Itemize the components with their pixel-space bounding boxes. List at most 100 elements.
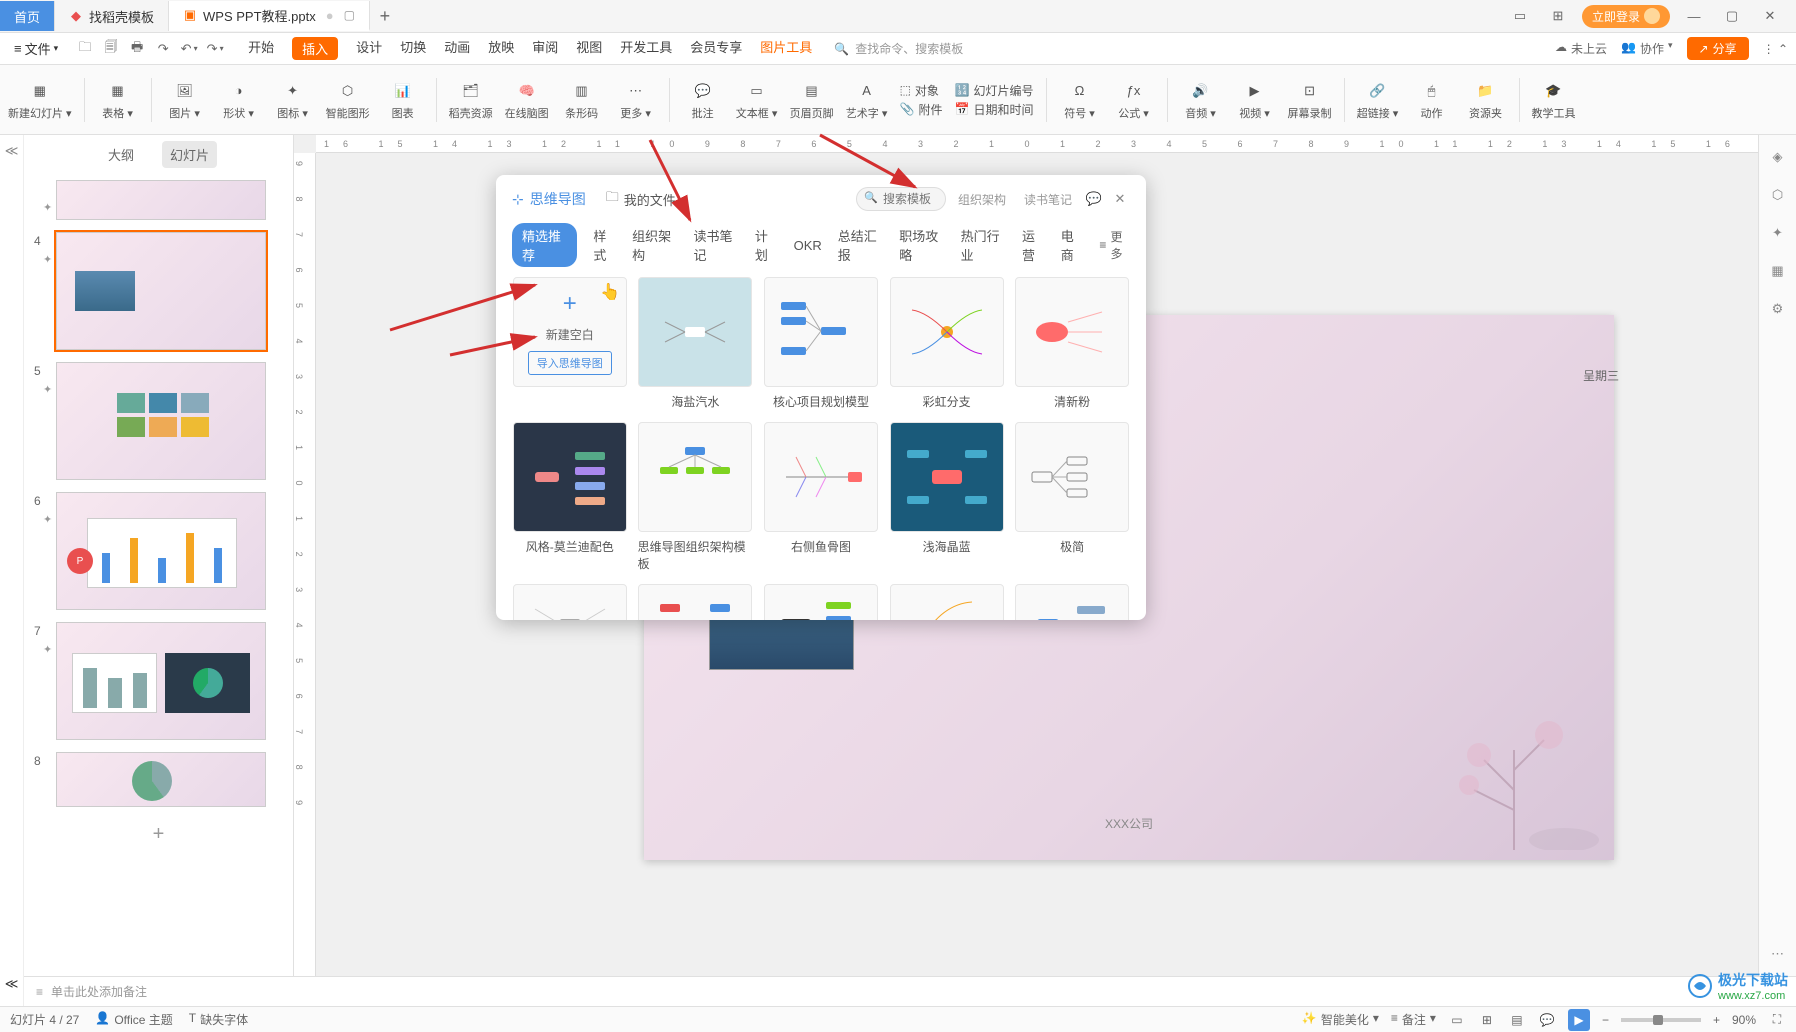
popup-cat-featured[interactable]: 精选推荐 <box>512 223 577 267</box>
template-card[interactable]: 右侧鱼骨图 <box>763 422 879 572</box>
menutab-animation[interactable]: 动画 <box>444 37 470 60</box>
view-sorter-icon[interactable]: ⊞ <box>1478 1011 1496 1029</box>
cloud-status[interactable]: ☁未上云 <box>1555 40 1607 57</box>
menutab-design[interactable]: 设计 <box>356 37 382 60</box>
template-card[interactable]: 海盐汽水 <box>638 277 754 410</box>
zoom-out-button[interactable]: − <box>1602 1013 1609 1027</box>
menutab-transition[interactable]: 切换 <box>400 37 426 60</box>
panel-tab-outline[interactable]: 大纲 <box>100 141 142 168</box>
template-card[interactable] <box>512 584 628 620</box>
fit-window-icon[interactable]: ⛶ <box>1768 1011 1786 1029</box>
rside-properties-icon[interactable]: ⚙ <box>1768 299 1788 319</box>
ribbon-teaching[interactable]: 🎓教学工具 <box>1532 79 1576 121</box>
ribbon-slidenumber[interactable]: 🔢幻灯片编号 <box>955 82 1034 99</box>
status-notes-toggle[interactable]: ≡备注 ▾ <box>1391 1011 1436 1028</box>
tab-home[interactable]: 首页 <box>0 1 55 31</box>
coop-button[interactable]: 👥协作▾ <box>1621 40 1673 57</box>
menutab-review[interactable]: 审阅 <box>532 37 558 60</box>
slideshow-button[interactable]: ▶ <box>1568 1009 1590 1031</box>
save-icon[interactable]: 🗀 <box>76 40 94 58</box>
ribbon-resource[interactable]: 📁资源夹 <box>1465 79 1507 121</box>
tab-document[interactable]: ▣ WPS PPT教程.pptx ● ▢ <box>169 1 370 31</box>
ribbon-symbol[interactable]: Ω符号 ▾ <box>1059 79 1101 121</box>
notes-collapse-button[interactable]: ≪ <box>0 976 24 1006</box>
view-comments-icon[interactable]: 💬 <box>1538 1011 1556 1029</box>
tab-add-button[interactable]: + <box>370 6 400 27</box>
template-card[interactable]: 核心项目规划模型 <box>763 277 879 410</box>
rside-more-icon[interactable]: ⋯ <box>1768 944 1788 964</box>
print-preview-icon[interactable]: 🖶 <box>128 40 146 58</box>
rside-animation-icon[interactable]: ✦ <box>1768 223 1788 243</box>
popup-tag-org[interactable]: 组织架构 <box>952 189 1012 210</box>
ribbon-icons[interactable]: ✦图标 ▾ <box>272 79 314 121</box>
menutab-insert[interactable]: 插入 <box>292 37 338 60</box>
ribbon-picture[interactable]: 🖼图片 ▾ <box>164 79 206 121</box>
slide-thumb-3[interactable]: ✦ <box>56 180 266 220</box>
ribbon-action[interactable]: 🖱动作 <box>1411 79 1453 121</box>
popup-close-icon[interactable]: ✕ <box>1110 189 1130 209</box>
template-card[interactable] <box>763 584 879 620</box>
status-theme[interactable]: 👤Office 主题 <box>95 1011 172 1028</box>
popup-myfiles[interactable]: 🗀 我的文件 <box>606 188 676 210</box>
slide-thumb-6[interactable]: ✦P <box>56 492 266 610</box>
ribbon-comment[interactable]: 💬批注 <box>682 79 724 121</box>
ribbon-newslide[interactable]: ▦新建幻灯片 ▾ <box>8 79 72 121</box>
ribbon-collapse-icon[interactable]: ⋮ ⌃ <box>1763 42 1788 56</box>
share-button[interactable]: ↗分享 <box>1687 37 1749 60</box>
ribbon-audio[interactable]: 🔊音频 ▾ <box>1180 79 1222 121</box>
template-card[interactable]: 彩虹分支 <box>889 277 1005 410</box>
ribbon-wordart[interactable]: A艺术字 ▾ <box>846 79 888 121</box>
template-card[interactable]: 浅海晶蓝 <box>889 422 1005 572</box>
ribbon-datetime[interactable]: 📅日期和时间 <box>955 101 1034 118</box>
close-button[interactable]: ✕ <box>1756 2 1784 30</box>
grid-icon[interactable]: ⊞ <box>1544 2 1572 30</box>
popup-cat-style[interactable]: 样式 <box>593 226 616 264</box>
ribbon-hyperlink[interactable]: 🔗超链接 ▾ <box>1357 79 1399 121</box>
template-card[interactable]: 极简 <box>1014 422 1130 572</box>
slide-thumbnails[interactable]: ✦ 4✦ 5✦ 6✦P 7✦ 8 + <box>24 174 293 855</box>
ribbon-table[interactable]: ▦表格 ▾ <box>97 79 139 121</box>
ribbon-screenrec[interactable]: ⊡屏幕录制 <box>1288 79 1332 121</box>
template-card[interactable]: 思维导图组织架构模板 <box>638 422 754 572</box>
file-menu[interactable]: ≡ 文件 ▾ <box>8 39 64 58</box>
print-icon[interactable]: 🗐 <box>102 40 120 58</box>
status-missing-fonts[interactable]: T缺失字体 <box>189 1011 248 1028</box>
tab-templates[interactable]: ◆ 找稻壳模板 <box>55 1 169 31</box>
redo-icon[interactable]: ↷ <box>154 40 172 58</box>
popup-feedback-icon[interactable]: 💬 <box>1084 189 1104 209</box>
ribbon-video[interactable]: ▶视频 ▾ <box>1234 79 1276 121</box>
rside-transition-icon[interactable]: ▦ <box>1768 261 1788 281</box>
zoom-in-button[interactable]: + <box>1713 1013 1720 1027</box>
layout-icon[interactable]: ▭ <box>1506 2 1534 30</box>
ribbon-attachment[interactable]: 📎附件 <box>900 101 943 118</box>
minimize-button[interactable]: — <box>1680 2 1708 30</box>
template-card[interactable] <box>889 584 1005 620</box>
popup-cat-career[interactable]: 职场攻略 <box>899 226 944 264</box>
template-card[interactable]: 清新粉 <box>1014 277 1130 410</box>
ribbon-chart[interactable]: 📊图表 <box>382 79 424 121</box>
ribbon-textbox[interactable]: ▭文本框 ▾ <box>736 79 778 121</box>
notes-bar[interactable]: ≡ 单击此处添加备注 <box>24 976 1796 1006</box>
popup-cat-ecom[interactable]: 电商 <box>1061 226 1084 264</box>
ribbon-equation[interactable]: ƒx公式 ▾ <box>1113 79 1155 121</box>
popup-tag-notes[interactable]: 读书笔记 <box>1018 189 1078 210</box>
zoom-slider[interactable] <box>1621 1018 1701 1022</box>
command-search[interactable]: 🔍 查找命令、搜索模板 <box>834 40 963 57</box>
popup-cat-org[interactable]: 组织架构 <box>632 226 677 264</box>
ribbon-mindmap[interactable]: 🧠在线脑图 <box>505 79 549 121</box>
ribbon-object[interactable]: ⬚对象 <box>900 82 943 99</box>
popup-cat-plan[interactable]: 计划 <box>755 226 778 264</box>
login-button[interactable]: 立即登录 <box>1582 5 1670 28</box>
rside-style-icon[interactable]: ⬡ <box>1768 185 1788 205</box>
view-reading-icon[interactable]: ▤ <box>1508 1011 1526 1029</box>
menutab-start[interactable]: 开始 <box>248 37 274 60</box>
popup-cat-summary[interactable]: 总结汇报 <box>838 226 883 264</box>
slide-thumb-8[interactable] <box>56 752 266 807</box>
view-normal-icon[interactable]: ▭ <box>1448 1011 1466 1029</box>
rside-design-icon[interactable]: ◈ <box>1768 147 1788 167</box>
add-slide-button[interactable]: + <box>54 819 264 849</box>
redo-dropdown[interactable]: ↷▾ <box>206 40 224 58</box>
ribbon-docer[interactable]: 🗂稻壳资源 <box>449 79 493 121</box>
menutab-slideshow[interactable]: 放映 <box>488 37 514 60</box>
ribbon-headerfooter[interactable]: ▤页眉页脚 <box>790 79 834 121</box>
